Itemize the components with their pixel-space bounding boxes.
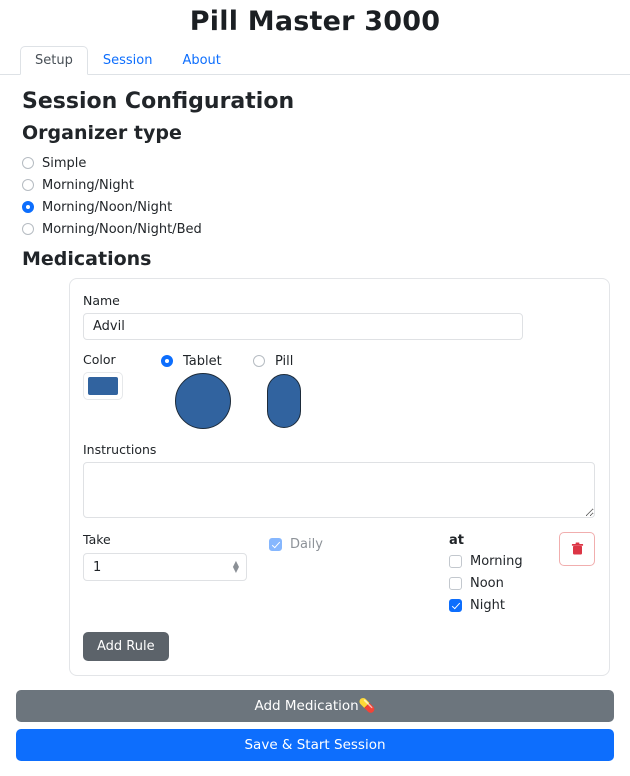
organizer-option-morning-night[interactable]: Morning/Night <box>22 174 614 196</box>
add-medication-button[interactable]: Add Medication💊 <box>16 690 614 722</box>
daily-group: Daily <box>269 532 449 555</box>
instructions-textarea[interactable] <box>83 462 595 518</box>
checkbox-icon-checked[interactable] <box>449 598 462 612</box>
time-option-noon[interactable]: Noon <box>449 572 543 594</box>
at-label: at <box>449 533 464 548</box>
pill-icon: 💊 <box>358 698 376 714</box>
color-picker-group: Color <box>83 352 161 400</box>
save-start-session-button[interactable]: Save & Start Session <box>16 729 614 761</box>
name-label: Name <box>83 293 120 308</box>
organizer-option-label: Morning/Noon/Night/Bed <box>42 221 202 237</box>
daily-checkbox-row: Daily <box>269 533 449 555</box>
checkbox-icon[interactable] <box>449 554 462 568</box>
add-medication-label: Add Medication <box>254 698 359 714</box>
shape-selector-row: Color Tablet Pill <box>83 352 595 432</box>
take-quantity-stepper[interactable] <box>83 553 247 581</box>
shape-option-tablet[interactable]: Tablet <box>161 352 253 432</box>
shape-option-label: Pill <box>275 353 294 369</box>
medications-title: Medications <box>22 248 152 270</box>
instructions-group: Instructions <box>83 442 595 518</box>
tab-about[interactable]: About <box>167 46 235 75</box>
radio-icon[interactable] <box>22 223 34 235</box>
organizer-type-legend: Organizer type <box>22 122 182 144</box>
organizer-option-label: Simple <box>42 155 87 171</box>
radio-icon[interactable] <box>253 355 265 367</box>
page-title: Pill Master 3000 <box>189 6 441 37</box>
checkbox-icon[interactable] <box>449 576 462 590</box>
radio-icon-selected[interactable] <box>22 201 34 213</box>
add-rule-button[interactable]: Add Rule <box>83 632 169 661</box>
radio-icon[interactable] <box>22 157 34 169</box>
take-group: Take ▲▼ <box>83 532 269 581</box>
delete-rule-group <box>543 532 595 566</box>
at-times-group: at Morning Noon Night <box>449 532 543 616</box>
time-option-label: Night <box>470 597 505 613</box>
tablet-shape-icon <box>175 373 231 429</box>
organizer-option-morning-noon-night[interactable]: Morning/Noon/Night <box>22 196 614 218</box>
checkbox-icon-daily <box>269 537 282 551</box>
trash-icon <box>571 542 583 555</box>
organizer-option-morning-noon-night-bed[interactable]: Morning/Noon/Night/Bed <box>22 218 614 240</box>
stepper-arrows-icon[interactable]: ▲ ▼ <box>233 560 239 574</box>
tab-session[interactable]: Session <box>88 46 168 75</box>
daily-label: Daily <box>290 536 323 552</box>
color-swatch <box>88 377 118 395</box>
organizer-option-simple[interactable]: Simple <box>22 152 614 174</box>
color-input[interactable] <box>83 372 123 400</box>
tab-bar: Setup Session About <box>0 46 630 75</box>
medication-name-input[interactable] <box>83 313 523 340</box>
take-label: Take <box>83 532 111 547</box>
section-title: Session Configuration <box>22 89 295 114</box>
shape-option-label: Tablet <box>183 353 222 369</box>
radio-icon-selected[interactable] <box>161 355 173 367</box>
shape-option-pill[interactable]: Pill <box>253 352 345 432</box>
organizer-type-group: Simple Morning/Night Morning/Noon/Night … <box>22 152 614 240</box>
delete-rule-button[interactable] <box>559 532 595 566</box>
medication-card: Name Color Tablet <box>69 278 610 676</box>
time-option-label: Noon <box>470 575 504 591</box>
tab-setup[interactable]: Setup <box>20 46 88 75</box>
radio-icon[interactable] <box>22 179 34 191</box>
time-option-night[interactable]: Night <box>449 594 543 616</box>
instructions-label: Instructions <box>83 442 157 457</box>
organizer-option-label: Morning/Night <box>42 177 134 193</box>
color-label: Color <box>83 352 116 367</box>
time-option-morning[interactable]: Morning <box>449 550 543 572</box>
pill-shape-icon <box>267 374 301 428</box>
time-option-label: Morning <box>470 553 523 569</box>
organizer-option-label: Morning/Noon/Night <box>42 199 173 215</box>
rule-row: Take ▲▼ Daily at Morning <box>83 532 595 616</box>
